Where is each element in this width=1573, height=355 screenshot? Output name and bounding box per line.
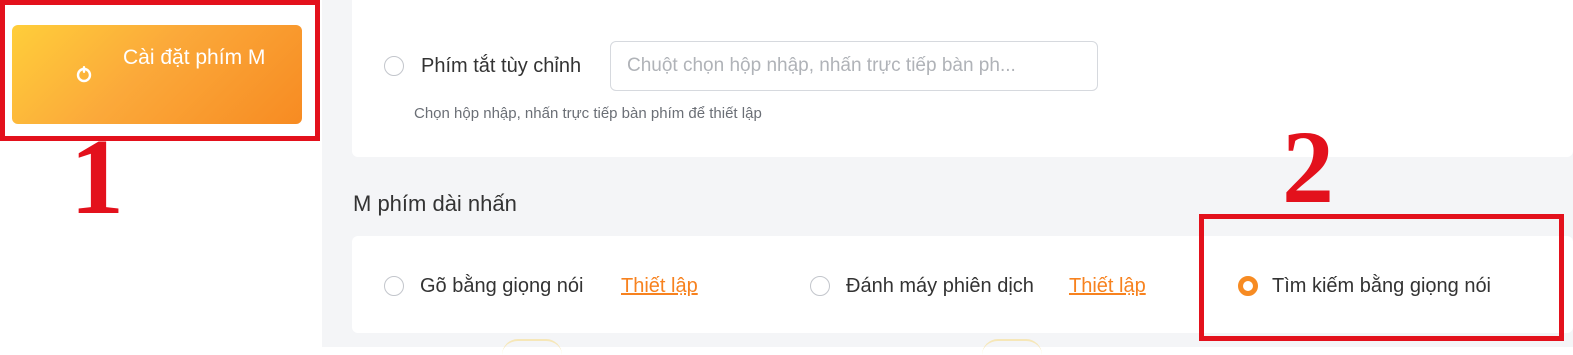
annotation-box-1	[0, 0, 320, 141]
shortcut-hint: Chọn hộp nhập, nhấn trực tiếp bàn phím đ…	[414, 105, 762, 122]
watermark-arc-left	[502, 339, 562, 355]
sidebar: Cài đặt phím M 1	[0, 0, 322, 347]
watermark-arc-right	[982, 339, 1042, 355]
annotation-box-2	[1199, 214, 1564, 341]
custom-shortcut-label: Phím tắt tùy chỉnh	[421, 55, 582, 77]
voice-typing-radio[interactable]	[384, 276, 404, 296]
shortcut-card: Phím tắt tùy chỉnh Chọn hộp nhập, nhấn t…	[352, 0, 1573, 157]
section-title-long-press: M phím dài nhấn	[353, 191, 517, 216]
annotation-number-2: 2	[1282, 110, 1334, 225]
annotation-number-1: 1	[70, 118, 124, 237]
voice-typing-label: Gõ bằng giọng nói	[420, 275, 584, 297]
translation-typing-settings-link[interactable]: Thiết lập	[1069, 275, 1146, 298]
custom-shortcut-radio[interactable]	[384, 56, 404, 76]
translation-typing-radio[interactable]	[810, 276, 830, 296]
main-panel: Phím tắt tùy chỉnh Chọn hộp nhập, nhấn t…	[322, 0, 1573, 347]
shortcut-input[interactable]	[610, 41, 1098, 91]
voice-typing-settings-link[interactable]: Thiết lập	[621, 275, 698, 298]
translation-typing-label: Đánh máy phiên dịch	[846, 275, 1034, 297]
